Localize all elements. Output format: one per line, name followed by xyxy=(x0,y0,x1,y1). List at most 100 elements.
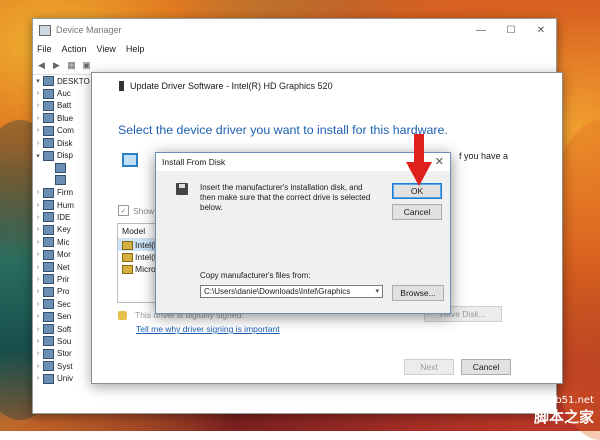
expand-arrow-icon: › xyxy=(36,201,40,209)
network-icon xyxy=(43,262,54,273)
tree-node[interactable]: › Key xyxy=(33,224,93,236)
menu-bar: File Action View Help xyxy=(33,41,556,56)
hid-icon xyxy=(43,200,54,211)
properties-icon[interactable]: ▦ xyxy=(66,60,77,71)
tree-node[interactable]: › Mic xyxy=(33,236,93,248)
disk-icon xyxy=(43,138,54,149)
system-icon xyxy=(43,361,54,372)
expand-arrow-icon: › xyxy=(36,325,40,333)
menu-file[interactable]: File xyxy=(37,44,52,54)
display-icon xyxy=(43,150,54,161)
expand-arrow-icon: › xyxy=(36,102,40,110)
processor-icon xyxy=(43,286,54,297)
expand-arrow-icon: › xyxy=(36,362,40,370)
wizard-title-bar: Update Driver Software - Intel(R) HD Gra… xyxy=(92,73,562,99)
driver-icon xyxy=(122,264,133,274)
floppy-disk-icon xyxy=(176,183,188,195)
tree-node[interactable]: › Firm xyxy=(33,187,93,199)
path-select[interactable]: C:\Users\danie\Downloads\Intel\Graphics … xyxy=(200,285,383,298)
tree-node[interactable]: › Hum xyxy=(33,199,93,211)
tree-node[interactable]: ▾ Disp xyxy=(33,149,93,161)
minimize-button[interactable]: — xyxy=(466,19,496,41)
computer-icon xyxy=(43,125,54,136)
mouse-icon xyxy=(43,237,54,248)
close-icon[interactable]: ✕ xyxy=(435,155,444,168)
arrow-head xyxy=(406,162,432,186)
display-adapter-icon xyxy=(55,162,66,173)
tree-node[interactable]: › Batt xyxy=(33,100,93,112)
computer-icon xyxy=(43,76,54,87)
expand-arrow-icon: › xyxy=(36,114,40,122)
dialog-cancel-button[interactable]: Cancel xyxy=(392,204,442,220)
expand-arrow-icon: › xyxy=(36,90,40,98)
menu-action[interactable]: Action xyxy=(62,44,87,54)
tree-node-root[interactable]: ▾ DESKTO xyxy=(33,75,93,87)
expand-arrow-icon: › xyxy=(36,226,40,234)
red-arrow-annotation xyxy=(406,134,432,186)
wizard-cancel-button[interactable]: Cancel xyxy=(461,359,511,375)
chevron-down-icon: ▾ xyxy=(375,288,379,295)
back-icon[interactable]: ◀ xyxy=(36,60,47,71)
copy-from-label: Copy manufacturer's files from: xyxy=(200,271,311,280)
expand-arrow-icon: › xyxy=(36,263,40,271)
audio-icon xyxy=(43,88,54,99)
window-title: Device Manager xyxy=(56,25,122,35)
display-adapter-icon xyxy=(55,175,66,186)
printer-icon xyxy=(43,274,54,285)
watermark: jb51.net 脚本之家 xyxy=(534,395,594,427)
tree-node[interactable]: › Univ xyxy=(33,372,93,384)
signed-driver-icon xyxy=(118,310,127,320)
ide-icon xyxy=(43,212,54,223)
monitor-icon xyxy=(122,153,138,167)
usb-icon xyxy=(43,373,54,384)
tree-node-child[interactable] xyxy=(33,162,93,174)
device-tree: ▾ DESKTO › Auc › Batt › Blue › Com › Disk ▾ Dis… xyxy=(33,75,93,385)
tree-node-child[interactable] xyxy=(33,174,93,186)
tree-node[interactable]: › Sec xyxy=(33,298,93,310)
expand-arrow-icon: › xyxy=(36,350,40,358)
tree-node[interactable]: › Disk xyxy=(33,137,93,149)
expand-arrow-icon: › xyxy=(36,275,40,283)
tree-node[interactable]: › Soft xyxy=(33,323,93,335)
expand-arrow-icon: › xyxy=(36,139,40,147)
expand-arrow-icon: › xyxy=(36,337,40,345)
wizard-side-text: f you have a xyxy=(459,151,509,161)
close-window-button[interactable]: ✕ xyxy=(526,19,556,41)
tree-node[interactable]: › IDE xyxy=(33,211,93,223)
expand-arrow-icon: › xyxy=(36,238,40,246)
maximize-button[interactable]: ☐ xyxy=(496,19,526,41)
battery-icon xyxy=(43,100,54,111)
tree-node[interactable]: › Prir xyxy=(33,273,93,285)
expand-arrow-icon: › xyxy=(36,375,40,383)
tree-node[interactable]: › Stor xyxy=(33,348,93,360)
browse-button[interactable]: Browse... xyxy=(392,285,444,301)
expand-arrow-icon: › xyxy=(36,313,40,321)
watermark-site: jb51.net xyxy=(552,395,594,406)
tree-node[interactable]: › Blue xyxy=(33,112,93,124)
tree-node[interactable]: › Mor xyxy=(33,248,93,260)
tree-node[interactable]: › Sen xyxy=(33,310,93,322)
window-controls: — ☐ ✕ xyxy=(466,19,556,41)
next-button[interactable]: Next xyxy=(404,359,454,375)
tree-node[interactable]: › Syst xyxy=(33,360,93,372)
help-icon[interactable]: ▣ xyxy=(81,60,92,71)
menu-help[interactable]: Help xyxy=(126,44,145,54)
software-icon xyxy=(43,324,54,334)
storage-icon xyxy=(43,348,54,359)
tree-node[interactable]: › Sou xyxy=(33,335,93,347)
tree-node[interactable]: › Pro xyxy=(33,286,93,298)
device-manager-icon xyxy=(39,24,51,36)
forward-icon[interactable]: ▶ xyxy=(51,60,62,71)
expand-arrow-icon: › xyxy=(36,127,40,135)
arrow-shaft xyxy=(414,134,424,164)
expand-arrow-icon: › xyxy=(36,288,40,296)
tree-node[interactable]: › Com xyxy=(33,125,93,137)
driver-icon xyxy=(122,240,133,250)
device-icon xyxy=(119,81,124,91)
menu-view[interactable]: View xyxy=(97,44,116,54)
tree-node[interactable]: › Auc xyxy=(33,87,93,99)
tree-node[interactable]: › Net xyxy=(33,261,93,273)
driver-signing-link[interactable]: Tell me why driver signing is important xyxy=(136,324,280,334)
checkbox-checked-icon: ✓ xyxy=(118,205,129,216)
sound-icon xyxy=(43,336,54,347)
